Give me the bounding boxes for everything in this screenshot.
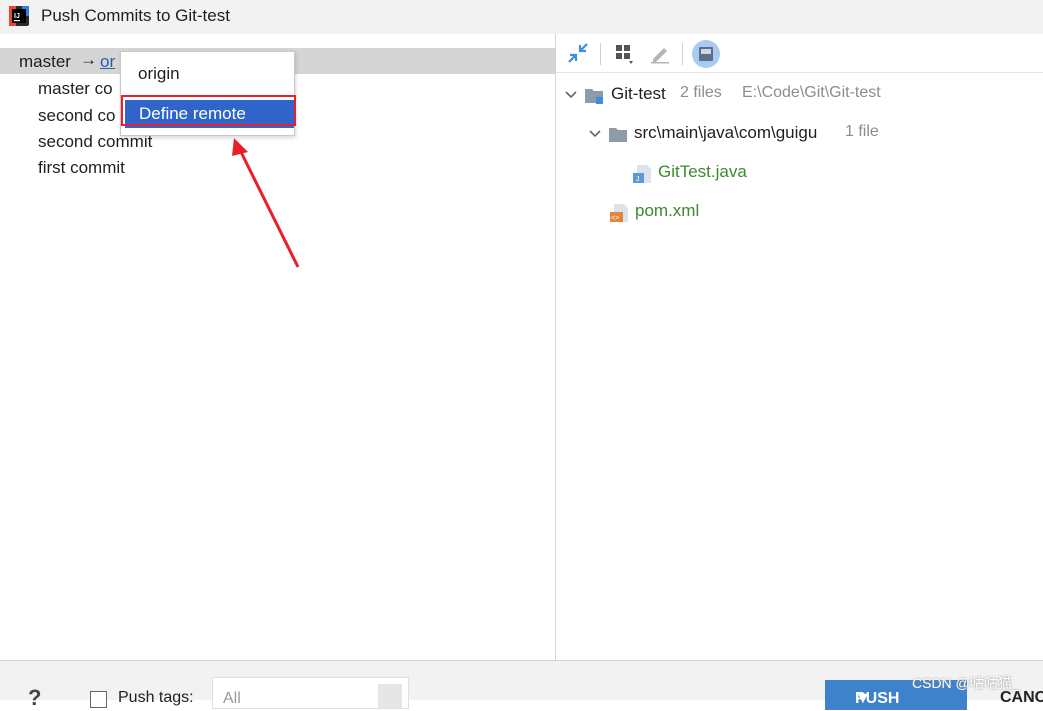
changes-toolbar	[556, 34, 1043, 73]
folder-icon	[609, 128, 627, 142]
annotation-highlight-box	[121, 95, 296, 126]
edit-icon[interactable]	[648, 41, 672, 65]
file-name: pom.xml	[635, 201, 700, 220]
dropdown-caret-icon[interactable]: ▼	[855, 690, 871, 708]
folder-name: src\main\java\com\guigu	[634, 123, 818, 142]
push-tags-checkbox[interactable]	[90, 691, 107, 708]
watermark: CSDN @咕咕猫_	[912, 675, 1020, 691]
push-arrow: →	[80, 50, 97, 69]
toolbar-separator	[600, 43, 601, 65]
folder-icon	[585, 89, 603, 104]
tree-node-root[interactable]: Git-test 2 files E:\Code\Git\Git-test	[564, 84, 1034, 110]
tree-node-file[interactable]: J GitTest.java	[632, 162, 832, 188]
tree-node-file[interactable]: <> pom.xml	[609, 201, 809, 227]
commit-item[interactable]: master co	[38, 79, 113, 99]
popup-item-origin[interactable]: origin	[138, 64, 180, 84]
commit-item[interactable]: first commit	[38, 158, 125, 178]
changes-pane: Git-test 2 files E:\Code\Git\Git-test sr…	[556, 34, 1043, 660]
svg-text:IJ: IJ	[14, 13, 20, 20]
local-branch-label: master	[19, 52, 71, 71]
root-name: Git-test	[611, 84, 666, 103]
commit-item[interactable]: second co	[38, 106, 116, 126]
svg-text:<>: <>	[611, 215, 619, 222]
annotation-arrow	[232, 138, 300, 268]
tree-node-folder[interactable]: src\main\java\com\guigu 1 file	[588, 123, 1028, 149]
expand-all-icon[interactable]	[566, 41, 590, 65]
tags-select-value: All	[223, 690, 241, 707]
bottom-bar: ? Push tags: All PUSH ▼ CANC CSDN @咕咕猫_	[0, 660, 1043, 710]
window-title: Push Commits to Git-test	[41, 6, 230, 25]
file-name: GitTest.java	[658, 162, 747, 181]
help-icon[interactable]: ?	[28, 685, 41, 711]
tags-select[interactable]: All	[212, 677, 409, 709]
push-tags-label: Push tags:	[118, 689, 194, 706]
save-icon[interactable]	[691, 39, 721, 69]
xml-file-icon: <>	[610, 204, 628, 222]
root-path: E:\Code\Git\Git-test	[742, 84, 881, 101]
title-bar: IJ Push Commits to Git-test	[0, 0, 1043, 34]
chevron-down-icon[interactable]	[564, 88, 578, 102]
remote-branch-link[interactable]: or	[100, 52, 120, 72]
svg-text:J: J	[636, 176, 640, 183]
chevron-down-icon[interactable]	[588, 127, 602, 141]
folder-count: 1 file	[845, 123, 879, 140]
root-count: 2 files	[680, 84, 722, 101]
app-logo-icon: IJ	[9, 6, 29, 26]
java-file-icon: J	[633, 165, 651, 183]
group-by-icon[interactable]	[613, 41, 637, 65]
chevron-down-icon[interactable]	[378, 684, 402, 708]
toolbar-separator	[682, 43, 683, 65]
